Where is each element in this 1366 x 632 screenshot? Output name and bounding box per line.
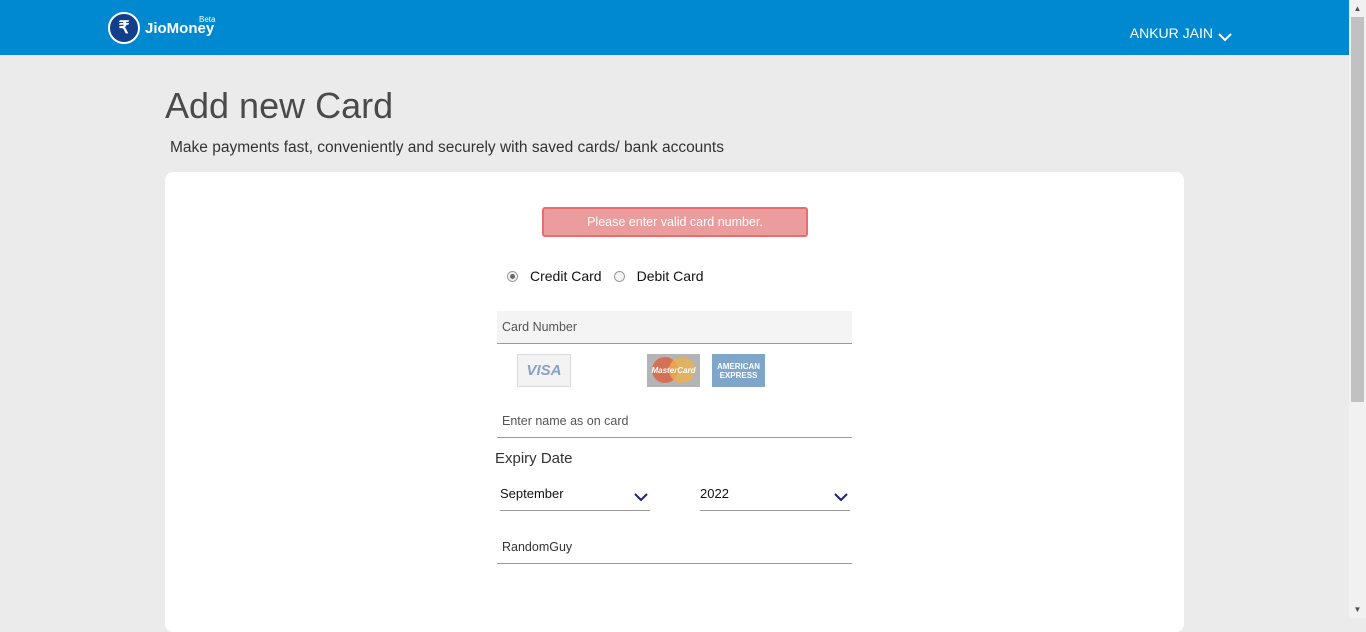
user-menu[interactable]: ANKUR JAIN xyxy=(1130,25,1232,41)
expiry-month-select[interactable]: September xyxy=(500,477,650,511)
chevron-down-icon xyxy=(634,490,648,502)
expiry-month-value: September xyxy=(500,486,564,501)
amex-text-line2: EXPRESS xyxy=(719,370,758,380)
credit-card-label[interactable]: Credit Card xyxy=(530,268,602,284)
vertical-scrollbar[interactable]: ▲ ▼ xyxy=(1349,0,1366,618)
expiry-year-select[interactable]: 2022 xyxy=(700,477,850,511)
mastercard-text: MasterCard xyxy=(651,366,696,375)
scroll-up-arrow-icon[interactable]: ▲ xyxy=(1349,0,1366,17)
rupee-logo-icon: ₹ xyxy=(108,11,140,44)
add-card-panel: Please enter valid card number. Credit C… xyxy=(165,172,1184,632)
amex-text-line1: AMERICAN xyxy=(716,361,761,371)
beta-label: Beta xyxy=(199,15,216,24)
debit-card-label[interactable]: Debit Card xyxy=(637,268,704,284)
card-type-selector: Credit Card Debit Card xyxy=(507,268,704,284)
visa-logo: VISA xyxy=(517,354,571,387)
debit-card-radio[interactable] xyxy=(613,270,625,282)
amex-logo: AMERICAN EXPRESS xyxy=(712,354,765,387)
card-number-input[interactable] xyxy=(497,311,852,344)
page-subtitle: Make payments fast, conveniently and sec… xyxy=(170,139,724,156)
expiry-date-label: Expiry Date xyxy=(495,450,573,467)
chevron-down-icon xyxy=(1218,29,1232,41)
error-alert: Please enter valid card number. xyxy=(542,207,808,237)
top-navbar: ₹ JioMoney Beta ANKUR JAIN xyxy=(0,0,1349,55)
card-nickname-input[interactable] xyxy=(497,531,852,564)
user-name: ANKUR JAIN xyxy=(1129,25,1213,41)
mastercard-logo: MasterCard xyxy=(647,354,700,387)
chevron-down-icon xyxy=(834,490,848,502)
scroll-down-arrow-icon[interactable]: ▼ xyxy=(1349,601,1366,618)
name-on-card-input[interactable] xyxy=(497,405,852,438)
expiry-year-value: 2022 xyxy=(700,486,729,501)
credit-card-radio[interactable] xyxy=(507,270,518,282)
scrollbar-thumb[interactable] xyxy=(1351,17,1364,402)
page-title: Add new Card xyxy=(165,85,394,126)
